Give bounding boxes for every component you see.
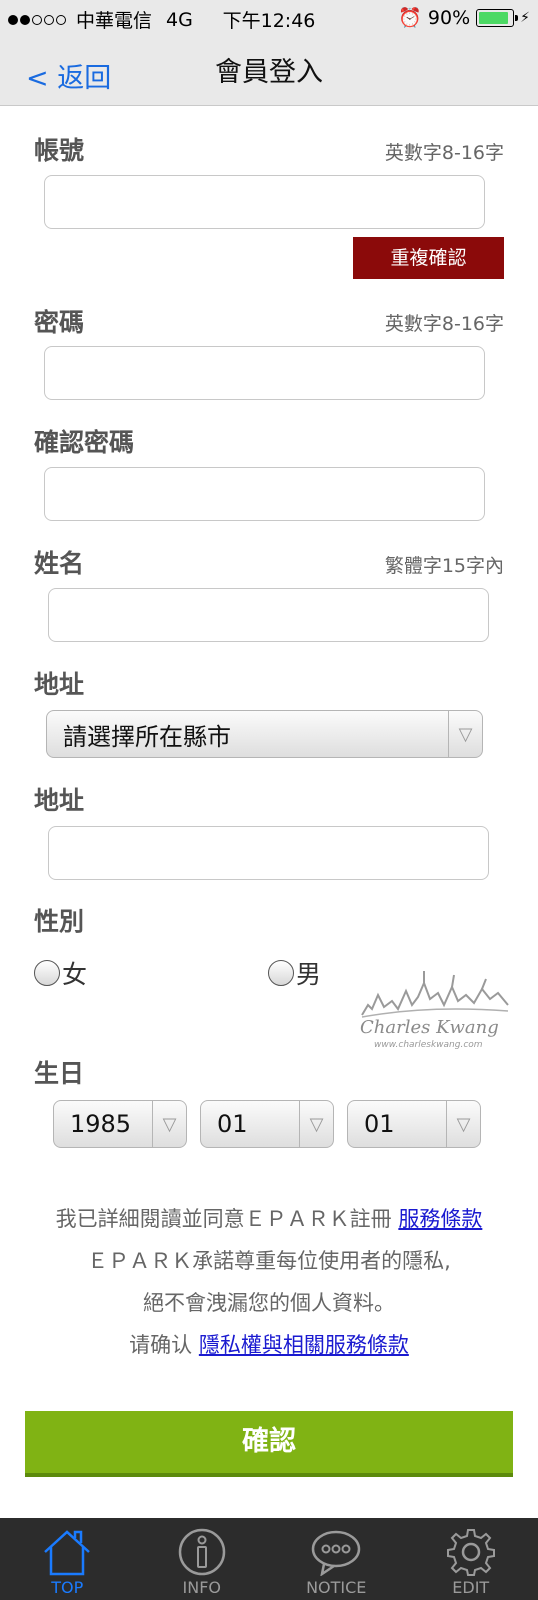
address-input[interactable] xyxy=(48,826,489,880)
chat-bubble-icon xyxy=(312,1530,361,1576)
tab-info[interactable]: INFO xyxy=(135,1518,270,1600)
tab-notice-label: NOTICE xyxy=(306,1578,367,1597)
gender-female-label: 女 xyxy=(62,960,88,989)
tab-notice[interactable]: NOTICE xyxy=(269,1518,404,1600)
birth-day-select[interactable]: 01 ▽ xyxy=(347,1100,481,1148)
agreement-text: 我已詳細閱讀並同意ＥＰＡＲＫ註冊 服務條款 ＥＰＡＲＫ承諾尊重每位使用者的隱私,… xyxy=(0,1198,538,1366)
tab-bar: TOP INFO NOTICE EDIT xyxy=(0,1518,538,1600)
agreement-line-4: 请确认 隱私權與相關服務條款 xyxy=(0,1324,538,1366)
tab-edit[interactable]: EDIT xyxy=(404,1518,538,1600)
city-select-value: 請選擇所在縣市 xyxy=(63,722,231,751)
tab-top[interactable]: TOP xyxy=(0,1518,135,1600)
watermark: Charles Kwang www.charleskwang.com xyxy=(358,965,512,1055)
name-hint: 繁體字15字內 xyxy=(384,555,504,577)
radio-circle-icon xyxy=(34,960,60,986)
tab-info-label: INFO xyxy=(182,1578,221,1597)
battery-percent: 90% xyxy=(427,6,471,29)
password-input[interactable] xyxy=(44,346,485,400)
info-icon xyxy=(178,1528,225,1576)
status-bar: 中華電信 4G 下午12:46 ⏰ 90% ⚡ xyxy=(0,0,538,34)
charging-icon: ⚡ xyxy=(520,9,530,26)
birth-day-value: 01 xyxy=(364,1110,395,1138)
account-input[interactable] xyxy=(44,175,485,229)
chevron-down-icon: ▽ xyxy=(446,1101,480,1147)
skyline-logo-icon xyxy=(361,971,509,1018)
chevron-down-icon: ▽ xyxy=(299,1101,333,1147)
privacy-link[interactable]: 隱私權與相關服務條款 xyxy=(199,1333,409,1357)
birth-year-select[interactable]: 1985 ▽ xyxy=(53,1100,187,1148)
chevron-down-icon: ▽ xyxy=(152,1101,186,1147)
birth-year-value: 1985 xyxy=(70,1110,132,1138)
tab-edit-label: EDIT xyxy=(452,1578,490,1597)
battery-icon xyxy=(476,8,519,27)
confirm-password-input[interactable] xyxy=(44,467,485,521)
watermark-url: www.charleskwang.com xyxy=(374,1040,483,1050)
terms-link[interactable]: 服務條款 xyxy=(398,1207,482,1231)
password-hint: 英數字8-16字 xyxy=(384,313,504,335)
city-label: 地址 xyxy=(34,670,85,699)
submit-button[interactable]: 確認 xyxy=(25,1411,513,1477)
agreement-line-3: 絕不會洩漏您的個人資料。 xyxy=(143,1291,395,1315)
birth-month-select[interactable]: 01 ▽ xyxy=(200,1100,334,1148)
radio-circle-icon xyxy=(268,960,294,986)
home-icon xyxy=(44,1530,91,1576)
account-hint: 英數字8-16字 xyxy=(384,142,504,164)
gender-male-label: 男 xyxy=(296,960,322,989)
gender-female-radio[interactable]: 女 xyxy=(34,955,87,991)
birth-month-value: 01 xyxy=(217,1110,248,1138)
page-title: 會員登入 xyxy=(215,57,323,88)
tab-top-label: TOP xyxy=(51,1578,84,1597)
watermark-text: Charles Kwang xyxy=(360,1017,499,1038)
gender-label: 性別 xyxy=(34,907,85,936)
agreement-line-2: ＥＰＡＲＫ承諾尊重每位使用者的隱私, xyxy=(87,1249,451,1273)
name-input[interactable] xyxy=(48,588,489,642)
navigation-bar: < 返回 會員登入 xyxy=(0,34,538,106)
gear-icon xyxy=(446,1529,495,1576)
name-label: 姓名 xyxy=(34,549,85,578)
password-label: 密碼 xyxy=(34,308,85,337)
alarm-icon: ⏰ xyxy=(398,7,422,29)
address-label: 地址 xyxy=(34,786,85,815)
confirm-password-label: 確認密碼 xyxy=(34,428,135,457)
chevron-down-icon: ▽ xyxy=(448,711,482,757)
account-label: 帳號 xyxy=(34,136,85,165)
gender-male-radio[interactable]: 男 xyxy=(268,955,321,991)
agreement-line-4-text: 请确认 xyxy=(129,1333,193,1357)
birthday-label: 生日 xyxy=(34,1059,85,1088)
agreement-line-1-text: 我已詳細閱讀並同意ＥＰＡＲＫ註冊 xyxy=(55,1207,392,1231)
agreement-line-1: 我已詳細閱讀並同意ＥＰＡＲＫ註冊 服務條款 xyxy=(0,1198,538,1240)
city-select[interactable]: 請選擇所在縣市 ▽ xyxy=(46,710,483,758)
check-duplicate-button[interactable]: 重複確認 xyxy=(353,237,504,279)
